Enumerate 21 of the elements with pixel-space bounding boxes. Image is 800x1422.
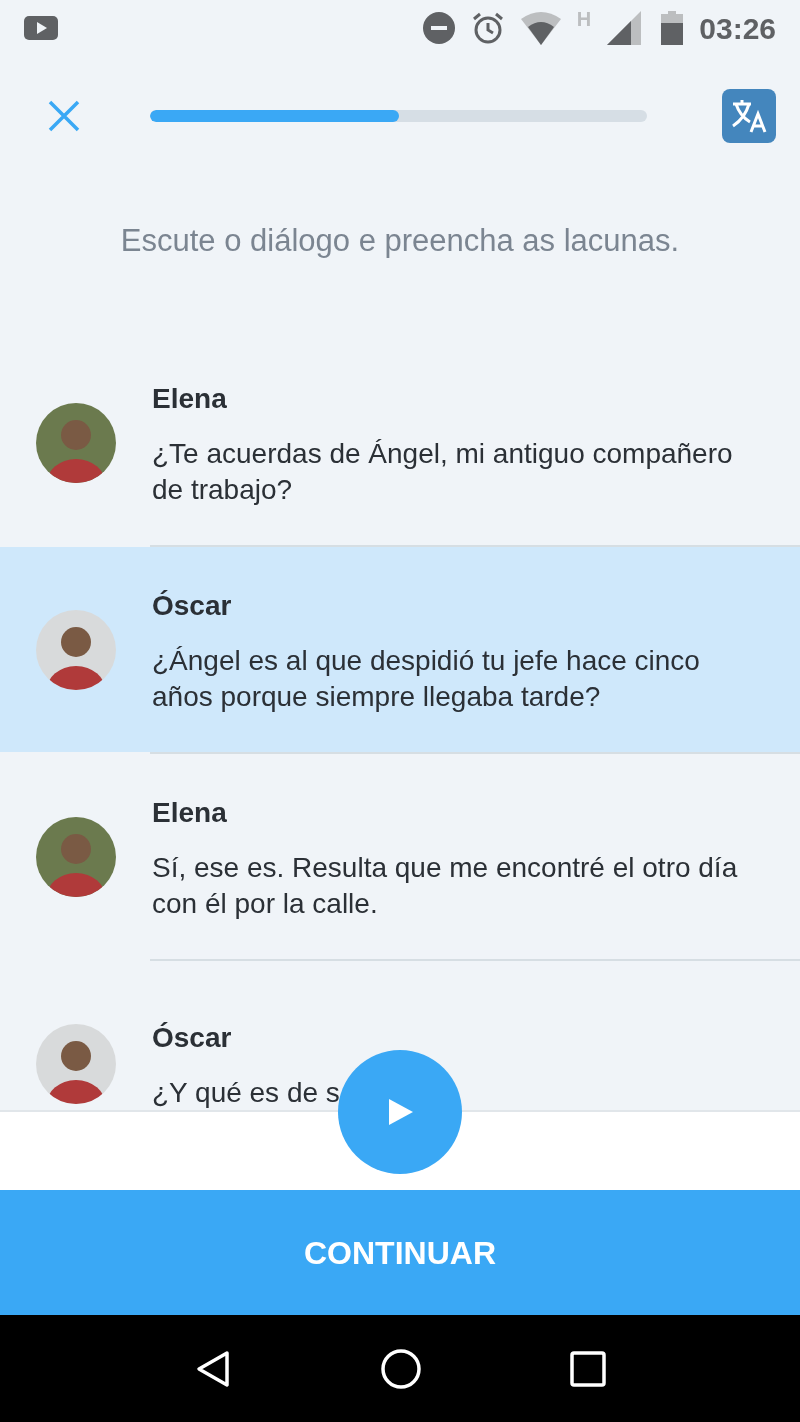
message-text: ¿Ángel es al que despidió tu jefe hace cinco años porque siempre llegaba tarde? <box>152 643 701 714</box>
do-not-disturb-icon <box>422 12 455 44</box>
speaker-name: Elena <box>152 381 228 416</box>
home-icon[interactable] <box>380 1347 422 1390</box>
video-app-icon <box>24 16 58 40</box>
alarm-icon <box>470 11 505 45</box>
close-icon <box>48 100 80 132</box>
recents-icon[interactable] <box>568 1349 607 1388</box>
clock: 03:26 <box>699 10 776 47</box>
wifi-icon <box>520 11 561 45</box>
speaker-name: Óscar <box>152 1020 233 1055</box>
translate-button[interactable] <box>722 89 776 143</box>
message-text: ¿Y qué es de s <box>152 1075 341 1110</box>
message-text: ¿Te acuerdas de Ángel, mi antiguo compañero de trabajo? <box>152 436 734 507</box>
network-type: H <box>576 7 592 32</box>
signal-icon <box>607 11 642 45</box>
message-text: Sí, ese es. Resulta que me encontré el otro día con él por la calle. <box>152 850 739 921</box>
speaker-name: Elena <box>152 795 228 830</box>
speaker-name: Óscar <box>152 588 233 623</box>
battery-icon <box>661 11 684 45</box>
instruction-text: Escute o diálogo e preencha as lacunas. <box>120 222 680 260</box>
